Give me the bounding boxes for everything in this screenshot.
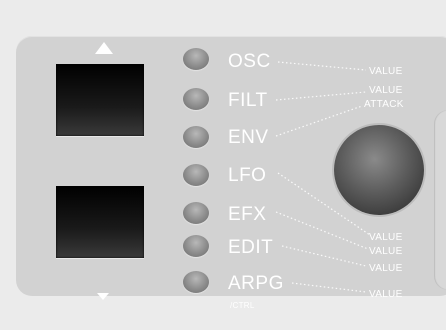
value-knob[interactable] [334,125,424,215]
tag-lfo-value: VALUE [369,232,403,243]
connector-arpg [291,282,367,293]
connector-env [275,105,363,137]
connector-efx [275,211,369,250]
tag-edit-value: VALUE [369,263,403,274]
connector-osc [277,61,367,71]
tag-osc-value: VALUE [369,66,403,77]
tag-filt-value: VALUE [369,85,403,96]
tag-efx-value: VALUE [369,246,403,257]
connector-edit [281,245,367,267]
tag-arpg-value: VALUE [369,289,403,300]
tag-env-attack: ATTACK [364,99,404,110]
connector-filt [275,91,367,101]
